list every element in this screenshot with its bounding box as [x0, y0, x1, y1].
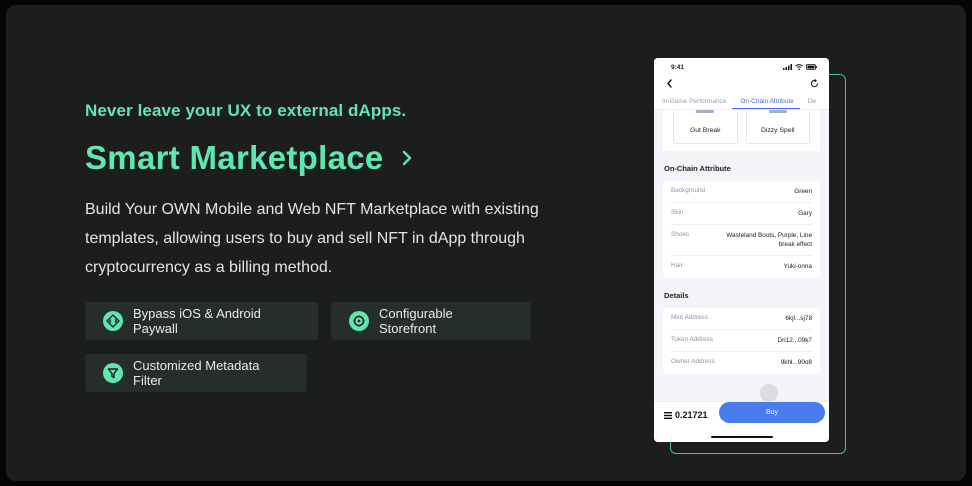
touch-indicator — [760, 384, 778, 402]
battery-icon — [806, 64, 817, 70]
attribute-value: Wasteland Boots, Purple, Line break effe… — [726, 232, 812, 248]
title-link[interactable]: Smart Marketplace — [85, 139, 414, 177]
eye-code-icon — [103, 311, 123, 331]
marketplace-section-card: Never leave your UX to external dApps. S… — [6, 5, 966, 481]
detail-key: Token Address — [671, 336, 713, 343]
list-item: Token Address Dri12...09k7 — [671, 330, 812, 352]
back-icon[interactable] — [666, 78, 673, 90]
detail-value[interactable]: 6kjl...sj78 — [785, 314, 812, 323]
list-item: Background Green — [671, 181, 812, 203]
attributes-list: Background Green Skin Gary Shoes Wastela… — [663, 181, 820, 277]
nav-bar — [654, 76, 829, 92]
refresh-icon[interactable] — [810, 78, 819, 90]
tab-details[interactable]: De — [800, 98, 822, 109]
feature-label: Configurable Storefront — [379, 306, 453, 336]
page-title: Smart Marketplace — [85, 139, 384, 176]
attribute-value: Yuki-onna — [783, 263, 812, 270]
price-display: 0.21721 — [664, 410, 708, 420]
list-item: Skin Gary — [671, 203, 812, 225]
skills-area: Gut Break Dizzy Spell — [663, 110, 820, 151]
feature-label: Bypass iOS & Android Paywall — [133, 306, 261, 336]
skill-chip-label: Gut Break — [689, 127, 721, 134]
feature-label: Customized Metadata Filter — [133, 358, 260, 388]
attribute-value: Green — [794, 188, 812, 195]
description-text: Build Your OWN Mobile and Web NFT Market… — [85, 201, 539, 276]
skill-chip[interactable]: Gut Break — [673, 110, 738, 144]
eyebrow-text: Never leave your UX to external dApps. — [85, 101, 407, 120]
filter-icon — [103, 363, 123, 383]
purchase-bar: 0.21721 Buy — [654, 401, 829, 442]
feature-metadata-filter: Customized Metadata Filter — [85, 354, 307, 392]
list-item: Mint Address 6kjl...sj78 — [671, 308, 812, 330]
attribute-key: Skin — [671, 209, 684, 216]
list-item: Owner Address 9khl...90o8 — [671, 352, 812, 373]
attribute-key: Hair — [671, 262, 683, 269]
attribute-key: Shoes — [671, 231, 690, 238]
attribute-value: Gary — [798, 210, 812, 217]
skill-chip[interactable]: Dizzy Spell — [745, 110, 810, 144]
solana-icon — [664, 411, 672, 419]
detail-key: Mint Address — [671, 314, 708, 321]
feature-configurable-storefront: Configurable Storefront — [331, 302, 531, 340]
detail-key: Owner Address — [671, 358, 715, 365]
list-item: Hair Yuki-onna — [671, 256, 812, 277]
onchain-section-title: On-Chain Attribute — [664, 164, 731, 173]
status-icons — [783, 64, 817, 70]
details-list: Mint Address 6kjl...sj78 Token Address D… — [663, 308, 820, 373]
price-value: 0.21721 — [675, 410, 708, 420]
skill-chip-label: Dizzy Spell — [760, 127, 795, 134]
buy-button[interactable]: Buy — [719, 402, 825, 423]
signal-icon — [783, 64, 792, 70]
detail-value[interactable]: Dri12...09k7 — [778, 336, 812, 345]
details-section-title: Details — [664, 291, 689, 300]
phone-mockup: 9:41 In-Game Performance On-Chain Attrib… — [654, 58, 829, 442]
home-indicator — [711, 435, 773, 438]
status-bar: 9:41 — [654, 58, 829, 76]
feature-bypass-paywall: Bypass iOS & Android Paywall — [85, 302, 318, 340]
wifi-icon — [795, 64, 803, 70]
tab-bar: In-Game Performance On-Chain Attribute D… — [654, 92, 829, 110]
status-time: 9:41 — [671, 63, 685, 71]
list-item: Shoes Wasteland Boots, Purple, Line brea… — [671, 225, 812, 256]
tab-on-chain-attribute[interactable]: On-Chain Attribute — [732, 98, 800, 109]
chevron-right-icon — [400, 149, 414, 167]
attribute-key: Background — [671, 187, 706, 194]
tab-in-game-performance[interactable]: In-Game Performance — [654, 98, 732, 109]
detail-value[interactable]: 9khl...90o8 — [781, 358, 812, 367]
storefront-icon — [349, 311, 369, 331]
